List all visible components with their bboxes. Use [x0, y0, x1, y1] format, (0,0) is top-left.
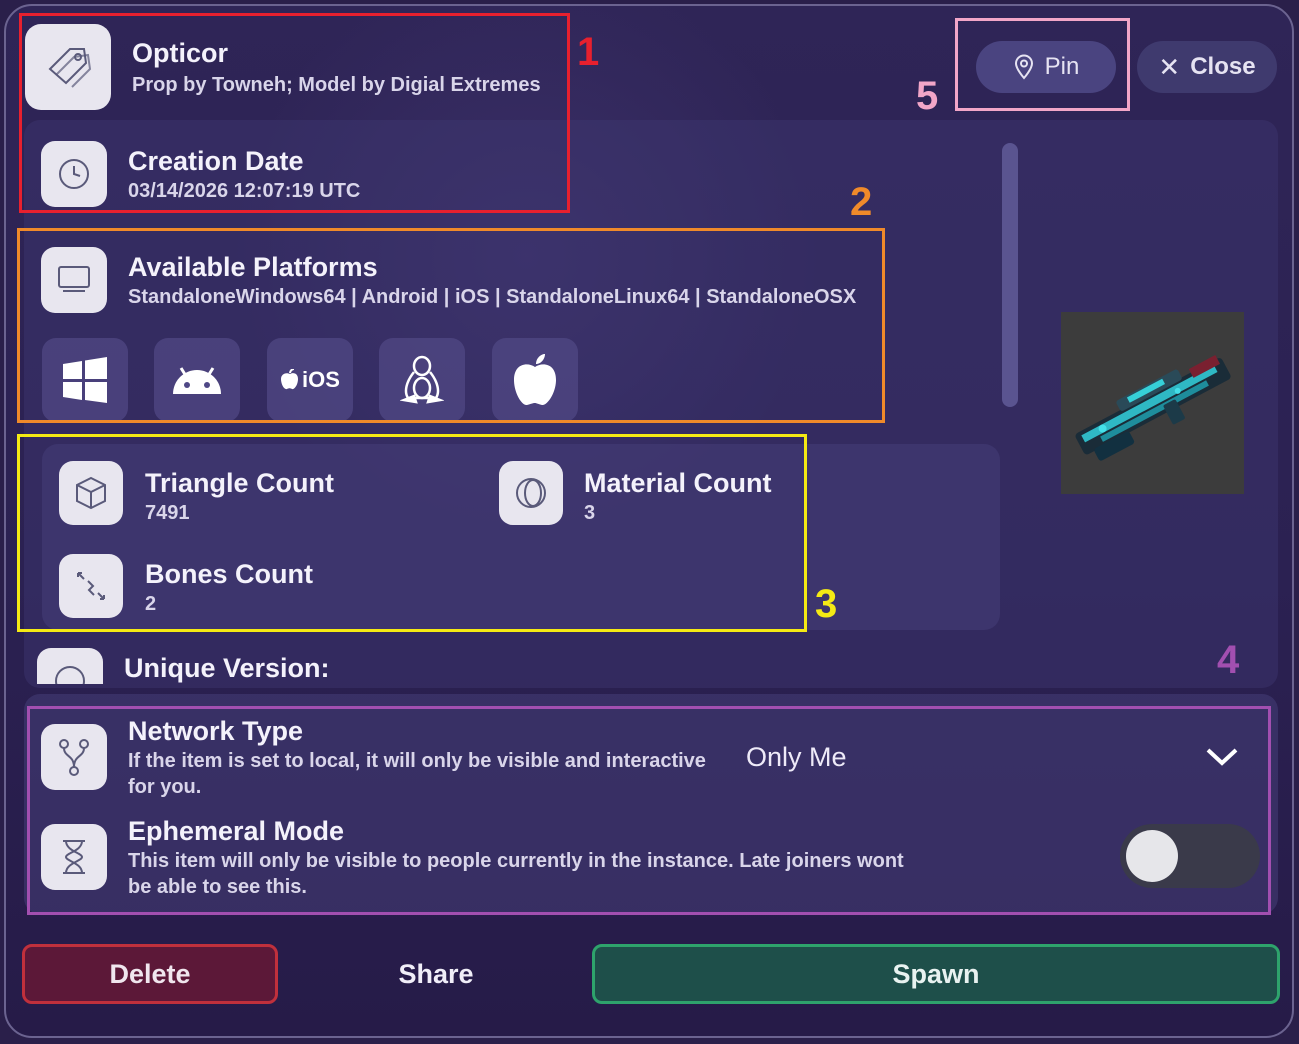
delete-button[interactable]: Delete — [22, 944, 278, 1004]
annotation-number-5: 5 — [916, 74, 939, 118]
unique-version-label: Unique Version: — [124, 653, 330, 683]
unique-version-clip: Unique Version: — [26, 636, 1026, 684]
spawn-label: Spawn — [892, 958, 980, 989]
annotation-box-1 — [19, 13, 570, 213]
close-label: Close — [1190, 53, 1256, 80]
annotation-box-4 — [27, 706, 1271, 915]
annotation-number-3: 3 — [815, 582, 838, 626]
annotation-box-5 — [955, 18, 1130, 111]
scrollbar-thumb[interactable] — [1002, 143, 1018, 407]
close-button[interactable]: ✕ Close — [1137, 41, 1277, 93]
version-icon-tile — [37, 648, 103, 684]
annotation-number-2: 2 — [850, 180, 873, 224]
close-icon: ✕ — [1158, 51, 1181, 82]
share-button[interactable]: Share — [316, 944, 556, 1004]
annotation-box-3 — [17, 434, 807, 632]
opticor-weapon-illustration — [1075, 355, 1231, 461]
spawn-button[interactable]: Spawn — [592, 944, 1280, 1004]
item-preview-image — [1061, 312, 1244, 494]
delete-label: Delete — [109, 958, 191, 989]
version-clock-icon — [55, 666, 85, 684]
share-label: Share — [398, 958, 474, 989]
annotation-box-2 — [17, 228, 885, 423]
annotation-number-1: 1 — [577, 30, 600, 74]
annotation-number-4: 4 — [1217, 638, 1240, 682]
